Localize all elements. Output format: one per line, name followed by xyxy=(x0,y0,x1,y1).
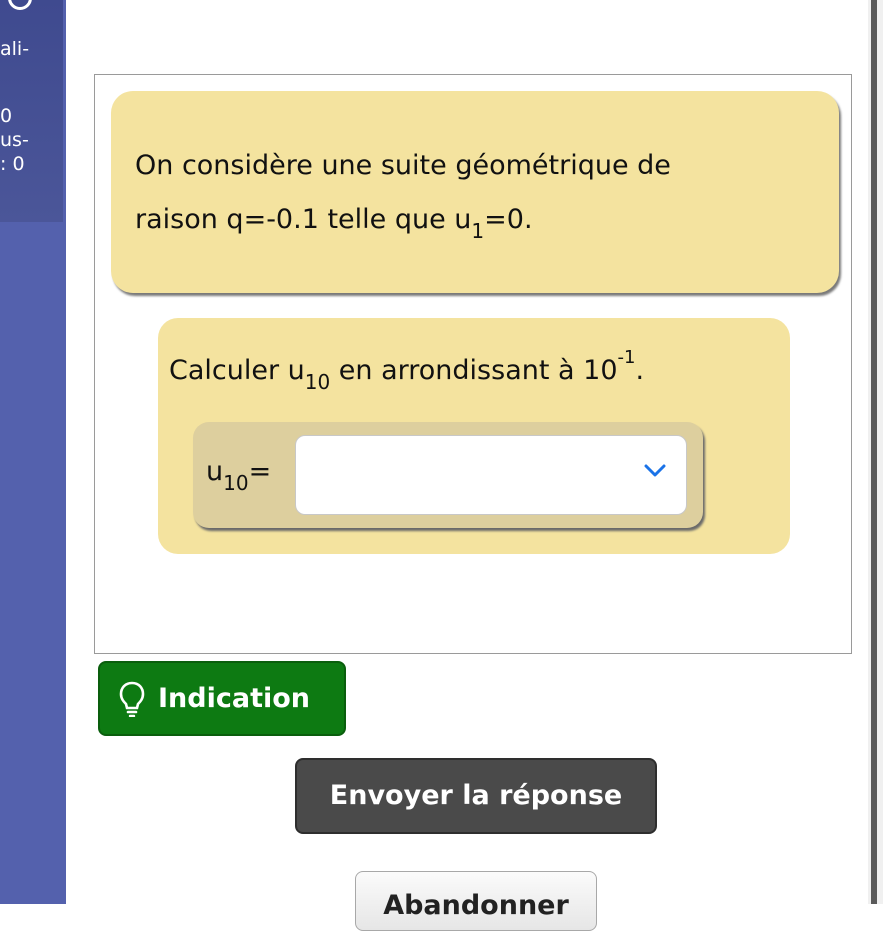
chevron-down-icon[interactable] xyxy=(644,464,666,478)
scrollbar[interactable] xyxy=(868,0,883,904)
question-text-end: . xyxy=(635,355,645,386)
sidebar: ali- 0 us- : 0 xyxy=(0,0,66,904)
answer-label: u10= xyxy=(206,454,271,501)
statement-subscript: 1 xyxy=(471,219,485,243)
give-up-button-label: Abandonner xyxy=(383,890,569,921)
question-box: Calculer u10 en arrondissant à 10-1. u10… xyxy=(158,318,790,554)
sidebar-text-1: ali- xyxy=(0,38,30,60)
answer-label-equals: = xyxy=(248,456,272,487)
answer-label-text: u xyxy=(206,456,224,487)
statement-line-1: On considère une suite géométrique de xyxy=(135,150,671,181)
answer-label-subscript: 10 xyxy=(223,471,249,495)
hint-button[interactable]: Indication xyxy=(98,661,346,736)
submit-button[interactable]: Envoyer la réponse xyxy=(295,758,657,834)
question-text: Calculer u10 en arrondissant à 10-1. xyxy=(169,338,644,402)
question-text-mid: en arrondissant à 10 xyxy=(330,355,618,386)
exercise-frame: On considère une suite géométrique de ra… xyxy=(94,74,852,654)
statement-box: On considère une suite géométrique de ra… xyxy=(111,91,839,293)
statement-line-2: raison q=-0.1 telle que u1=0. xyxy=(135,193,815,258)
answer-select[interactable] xyxy=(295,435,687,515)
scrollbar-thumb[interactable] xyxy=(871,0,877,904)
statement-line-2-text: raison q=-0.1 telle que u xyxy=(135,204,472,235)
answer-box: u10= xyxy=(193,422,703,528)
statement-line-2-end: =0. xyxy=(484,204,533,235)
lightbulb-icon xyxy=(119,681,145,717)
submit-button-label: Envoyer la réponse xyxy=(329,780,623,811)
question-subscript: 10 xyxy=(304,370,331,394)
sidebar-text-2: 0 xyxy=(0,105,13,127)
hint-button-label: Indication xyxy=(158,683,311,714)
sidebar-text-4: : 0 xyxy=(0,153,25,175)
question-superscript: -1 xyxy=(617,347,636,368)
give-up-button[interactable]: Abandonner xyxy=(355,871,597,931)
question-text-start: Calculer u xyxy=(169,355,305,386)
search-icon[interactable] xyxy=(8,0,32,10)
statement-text: On considère une suite géométrique de ra… xyxy=(135,139,815,258)
sidebar-score-panel: ali- 0 us- : 0 xyxy=(0,0,63,222)
sidebar-text-3: us- xyxy=(0,129,29,151)
